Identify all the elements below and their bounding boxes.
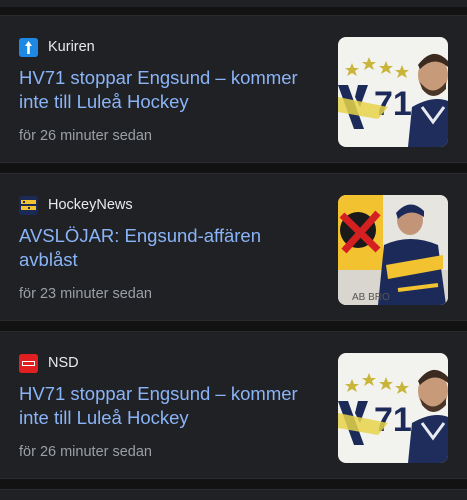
headline-link[interactable]: HV71 stoppar Engsund – kommer inte till …: [19, 382, 319, 430]
source-name: NSD: [48, 355, 79, 371]
source-name: Kuriren: [48, 39, 95, 55]
headline-link[interactable]: AVSLÖJAR: Engsund-affären avblåst: [19, 224, 319, 272]
news-source: NSD: [19, 353, 79, 373]
svg-text:71: 71: [374, 85, 412, 123]
article-thumbnail[interactable]: AB BRO: [338, 195, 448, 305]
svg-text:AB BRO: AB BRO: [352, 292, 390, 303]
next-card-edge: [0, 489, 467, 500]
article-thumbnail[interactable]: 71: [338, 353, 448, 463]
timestamp: för 26 minuter sedan: [19, 128, 152, 144]
news-source: HockeyNews: [19, 195, 133, 215]
previous-card-edge: [0, 0, 467, 7]
news-card[interactable]: Kuriren HV71 stoppar Engsund – kommer in…: [0, 15, 467, 163]
article-thumbnail[interactable]: 71: [338, 37, 448, 147]
timestamp: för 23 minuter sedan: [19, 286, 152, 302]
news-card[interactable]: HockeyNews AVSLÖJAR: Engsund-affären avb…: [0, 173, 467, 321]
kuriren-logo-icon: [19, 37, 38, 57]
hockeynews-logo-icon: [19, 195, 38, 215]
news-feed: Kuriren HV71 stoppar Engsund – kommer in…: [0, 0, 467, 500]
headline-link[interactable]: HV71 stoppar Engsund – kommer inte till …: [19, 66, 319, 114]
nsd-logo-icon: [19, 353, 38, 373]
timestamp: för 26 minuter sedan: [19, 444, 152, 460]
svg-text:71: 71: [374, 401, 412, 439]
news-card[interactable]: NSD HV71 stoppar Engsund – kommer inte t…: [0, 331, 467, 479]
source-name: HockeyNews: [48, 197, 133, 213]
news-source: Kuriren: [19, 37, 95, 57]
